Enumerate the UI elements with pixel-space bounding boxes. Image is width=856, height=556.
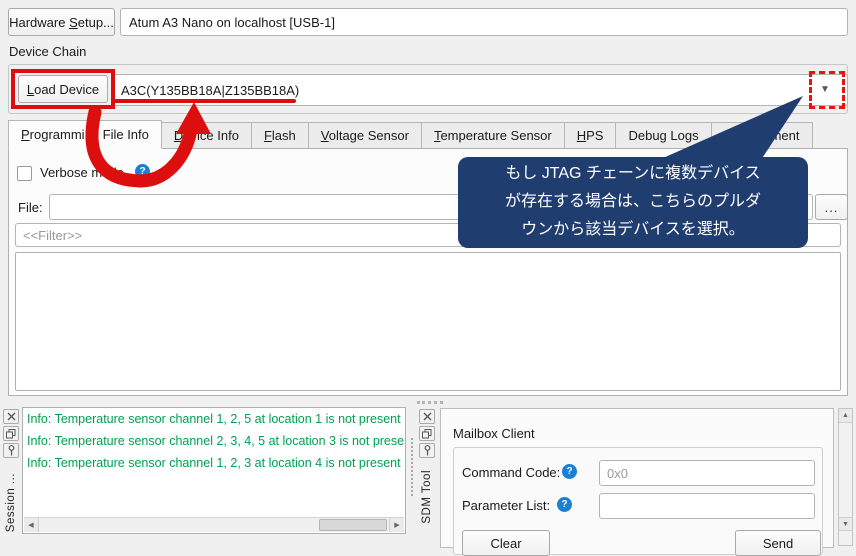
file-label: File:: [18, 200, 43, 215]
mailbox-client-groupbox: Command Code: ? Parameter List: ? Clear …: [453, 447, 823, 555]
annotation-red-box: [11, 69, 115, 109]
command-code-input[interactable]: [599, 460, 815, 486]
tab[interactable]: Temperature Sensor: [421, 122, 565, 149]
sdm-dock-titlebar: SDM Tool: [418, 408, 438, 546]
sdm-tool-panel: Mailbox Client Command Code: ? Parameter…: [440, 408, 834, 548]
log-line: Info: Temperature sensor channel 1, 2, 5…: [23, 408, 405, 430]
hardware-name-field[interactable]: Atum A3 Nano on localhost [USB-1]: [120, 8, 848, 36]
mailbox-client-title: Mailbox Client: [453, 426, 535, 441]
session-dock-titlebar: Session ...: [2, 408, 22, 534]
scroll-left-icon[interactable]: ◀: [24, 518, 39, 532]
hardware-setup-label: Hardware: [9, 15, 69, 30]
clear-button[interactable]: Clear: [462, 530, 550, 556]
device-chain-value: A3C(Y135BB18A|Z135BB18A): [121, 83, 299, 98]
help-icon[interactable]: ?: [135, 164, 150, 179]
help-icon[interactable]: ?: [562, 464, 577, 479]
scroll-up-icon[interactable]: ▲: [839, 409, 852, 423]
log-line: Info: Temperature sensor channel 2, 3, 4…: [23, 430, 405, 452]
log-line: Info: Temperature sensor channel 1, 2, 3…: [23, 452, 405, 474]
pin-icon[interactable]: [419, 443, 435, 458]
scrollbar-thumb[interactable]: [319, 519, 387, 531]
command-code-label: Command Code:: [462, 465, 560, 480]
annotation-red-underline: [112, 99, 296, 103]
close-icon[interactable]: [419, 409, 435, 424]
close-icon[interactable]: [3, 409, 19, 424]
callout-line: もし JTAG チェーンに複数デバイス: [458, 160, 808, 188]
pin-icon[interactable]: [3, 443, 19, 458]
verbose-mode-label: Verbose mode: [40, 165, 124, 180]
help-icon[interactable]: ?: [557, 497, 572, 512]
parameter-list-label: Parameter List:: [462, 498, 550, 513]
verbose-mode-checkbox[interactable]: [17, 166, 32, 181]
callout-bubble: もし JTAG チェーンに複数デバイス が存在する場合は、こちらのプルダ ウンか…: [458, 157, 808, 248]
scroll-down-icon[interactable]: ▼: [839, 517, 852, 531]
session-log-area[interactable]: Info: Temperature sensor channel 1, 2, 5…: [22, 407, 406, 534]
dock-splitter-handle[interactable]: [411, 438, 414, 496]
float-window-icon[interactable]: [419, 426, 435, 441]
file-info-list[interactable]: [15, 252, 841, 391]
horizontal-scrollbar[interactable]: ◀ ▶: [24, 517, 404, 532]
hardware-setup-button[interactable]: Hardware Setup...: [8, 8, 115, 36]
hardware-name-value: Atum A3 Nano on localhost [USB-1]: [129, 15, 335, 30]
callout-line: が存在する場合は、こちらのプルダ: [458, 188, 808, 216]
annotation-red-dashed-box: [809, 71, 845, 109]
device-chain-label: Device Chain: [9, 44, 86, 59]
tab[interactable]: Voltage Sensor: [308, 122, 422, 149]
callout-line: ウンから該当デバイスを選択。: [458, 216, 808, 244]
scroll-right-icon[interactable]: ▶: [389, 518, 404, 532]
sdm-dock-title: SDM Tool: [421, 470, 433, 524]
tab[interactable]: Management: [711, 122, 813, 149]
tab[interactable]: Flash: [251, 122, 309, 149]
session-dock-title: Session ...: [5, 473, 17, 532]
float-window-icon[interactable]: [3, 426, 19, 441]
parameter-list-input[interactable]: [599, 493, 815, 519]
tab-bar: Programming File Info Device Info Flash …: [8, 120, 812, 149]
tab[interactable]: Device Info: [161, 122, 252, 149]
vertical-scrollbar[interactable]: ▲ ▼: [838, 408, 853, 546]
browse-button[interactable]: ...: [815, 194, 848, 220]
session-log-lines: Info: Temperature sensor channel 1, 2, 5…: [23, 408, 405, 474]
tab[interactable]: Debug Logs: [615, 122, 711, 149]
tab[interactable]: Programming File Info: [8, 120, 162, 149]
tab[interactable]: HPS: [564, 122, 617, 149]
dock-drag-handle[interactable]: [417, 401, 443, 404]
send-button[interactable]: Send: [735, 530, 821, 556]
